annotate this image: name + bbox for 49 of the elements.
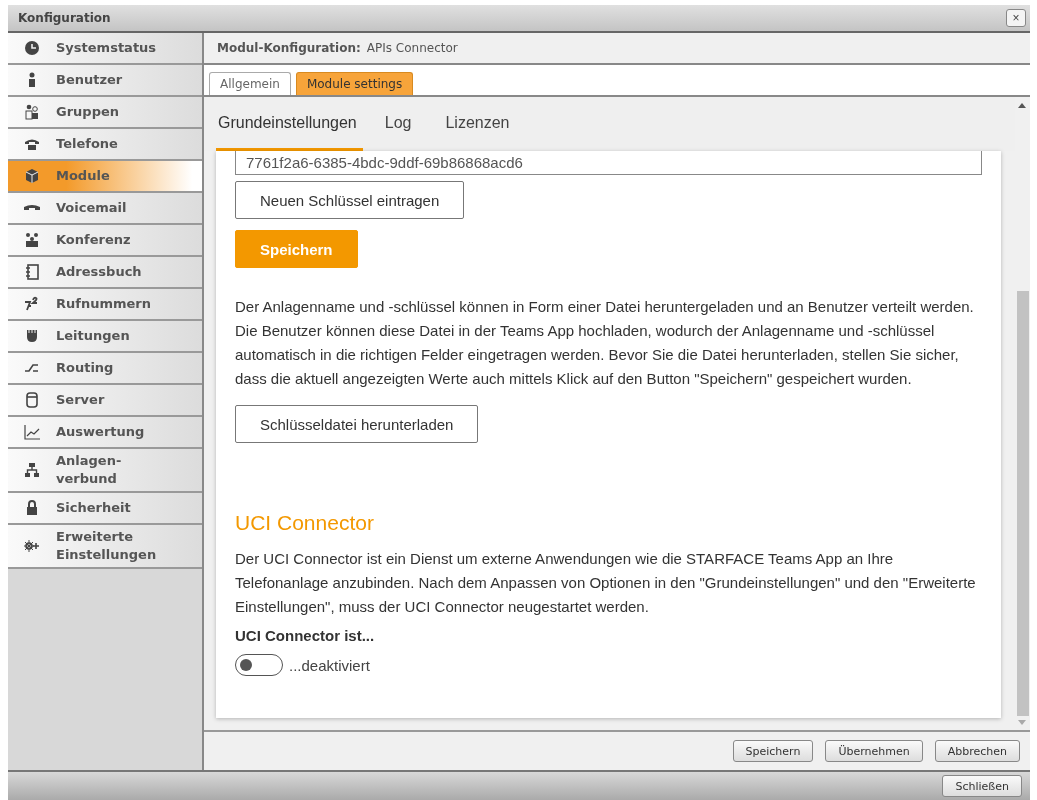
sidebar-item[interactable]: Module	[8, 161, 202, 193]
header-value: APIs Connector	[366, 41, 458, 55]
description-text: Der Anlagenname und -schlüssel können in Form einer Datei heruntergeladen und an Benutzer verteilt werden. Die Benutzer können diese Datei in der Teams App hochladen, wodurch der Anlagenname und -schlüssel automatisch in die richtigen Felder eingetragen werden. Bevor Sie die Datei herunterladen, stellen Sie sicher, dass die aktuell angezeigten Werte auch mittels Klick auf den Button "Speichern" gespeichert wurden.	[235, 297, 975, 389]
sidebar-item[interactable]: Auswertung	[8, 417, 202, 449]
network-icon	[24, 462, 40, 478]
footer-button[interactable]: Speichern	[732, 740, 814, 762]
footer-button[interactable]: Abbrechen	[934, 740, 1020, 762]
key-field[interactable]: 7761f2a6-6385-4bdc-9ddf-69b86868acd6	[235, 151, 982, 175]
package-icon	[24, 168, 40, 184]
toggle-label: ...deaktiviert	[289, 656, 370, 674]
close-dialog-button[interactable]: Schließen	[942, 775, 1022, 797]
server-icon	[24, 392, 40, 408]
subtab[interactable]: Log	[382, 97, 424, 151]
gear-plus-icon	[24, 538, 40, 554]
tab[interactable]: Allgemein	[209, 72, 291, 95]
chart-icon	[24, 424, 40, 440]
sidebar-item[interactable]: Gruppen	[8, 97, 202, 129]
clock-icon	[24, 40, 40, 56]
sidebar-item[interactable]: Rufnummern	[8, 289, 202, 321]
header-label: Modul-Konfiguration:	[217, 41, 361, 55]
section-heading: UCI Connector	[235, 511, 374, 535]
window-title: Konfiguration	[18, 11, 111, 25]
sidebar-item[interactable]: Adressbuch	[8, 257, 202, 289]
tab[interactable]: Module settings	[295, 72, 414, 95]
sidebar-item[interactable]: Voicemail	[8, 193, 202, 225]
plug-icon	[24, 328, 40, 344]
toggle-switch[interactable]	[235, 654, 283, 676]
address-book-icon	[24, 264, 40, 280]
sidebar-item[interactable]: Telefone	[8, 129, 202, 161]
sidebar-item[interactable]: Systemstatus	[8, 33, 202, 65]
sidebar-item[interactable]: Sicherheit	[8, 493, 202, 525]
sidebar-item[interactable]: Konferenz	[8, 225, 202, 257]
description-text: Der UCI Connector ist ein Dienst um externe Anwendungen wie die STARFACE Teams App an Ihre Telefonanlage anzubinden. Nach dem Anpassen von Optionen in den "Grundeinstellungen" und den "Erweiterte Einstellungen", muss der UCI Connector neugestartet werden.	[235, 549, 977, 617]
subtab[interactable]: Lizenzen	[443, 97, 522, 151]
sidebar-item[interactable]: Server	[8, 385, 202, 417]
sidebar-item[interactable]: Routing	[8, 353, 202, 385]
new-key-button[interactable]: Neuen Schlüssel eintragen	[235, 181, 465, 219]
sidebar-item[interactable]: Erweiterte Einstellungen	[8, 525, 202, 569]
group-icon	[24, 104, 40, 120]
sidebar-item[interactable]: Leitungen	[8, 321, 202, 353]
field-label: UCI Connector ist...	[235, 627, 375, 644]
conference-icon	[24, 232, 40, 248]
lock-icon	[24, 500, 40, 516]
footer-button[interactable]: Übernehmen	[825, 740, 923, 762]
sidebar-item[interactable]: Benutzer	[8, 65, 202, 97]
sidebar-item[interactable]: Anlagen- verbund	[8, 449, 202, 493]
close-button[interactable]: ×	[1006, 9, 1026, 27]
download-button[interactable]: Schlüsseldatei herunterladen	[235, 405, 479, 443]
number-icon	[24, 296, 40, 312]
